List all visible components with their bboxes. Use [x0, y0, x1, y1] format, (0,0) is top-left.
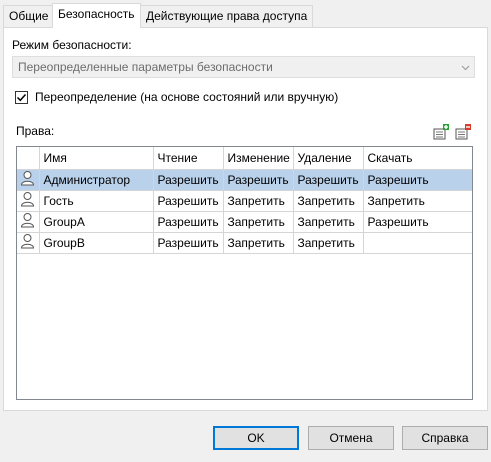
column-header-download[interactable]: Скачать: [363, 147, 472, 170]
help-button[interactable]: Справка: [402, 426, 488, 450]
security-mode-select[interactable]: Переопределенные параметры безопасности: [12, 56, 475, 78]
table-row[interactable]: GroupB Разрешить Запретить Запретить: [17, 232, 472, 254]
add-entry-icon[interactable]: [433, 123, 450, 140]
row-download[interactable]: Запретить: [363, 190, 472, 212]
row-read[interactable]: Разрешить: [153, 232, 224, 254]
user-icon: [17, 169, 40, 191]
row-change[interactable]: Запретить: [223, 211, 294, 233]
tab-general[interactable]: Общие: [3, 5, 55, 27]
ok-button[interactable]: OK: [213, 426, 299, 450]
column-header-delete[interactable]: Удаление: [293, 147, 364, 170]
override-label[interactable]: Переопределение (на основе состояний или…: [35, 90, 338, 104]
table-header-row: Имя Чтение Изменение Удаление Скачать: [17, 147, 472, 170]
row-delete[interactable]: Разрешить: [293, 169, 364, 191]
table-row[interactable]: Администратор Разрешить Разрешить Разреш…: [17, 169, 472, 191]
row-download[interactable]: Разрешить: [363, 169, 472, 191]
row-download[interactable]: Разрешить: [363, 211, 472, 233]
row-change[interactable]: Разрешить: [223, 169, 294, 191]
row-name: Администратор: [39, 169, 154, 191]
column-header-icon: [17, 147, 40, 170]
row-delete[interactable]: Запретить: [293, 190, 364, 212]
column-header-name[interactable]: Имя: [39, 147, 154, 170]
table-row[interactable]: GroupA Разрешить Запретить Запретить Раз…: [17, 211, 472, 233]
row-delete[interactable]: Запретить: [293, 211, 364, 233]
row-name: Гость: [39, 190, 154, 212]
table-row[interactable]: Гость Разрешить Запретить Запретить Запр…: [17, 190, 472, 212]
rights-table: Имя Чтение Изменение Удаление Скачать Ад…: [17, 147, 472, 254]
column-header-change[interactable]: Изменение: [223, 147, 294, 170]
override-checkbox[interactable]: [15, 91, 28, 104]
row-read[interactable]: Разрешить: [153, 211, 224, 233]
column-header-read[interactable]: Чтение: [153, 147, 224, 170]
rights-label: Права:: [16, 124, 55, 138]
row-change[interactable]: Запретить: [223, 232, 294, 254]
remove-entry-icon[interactable]: [455, 123, 472, 140]
rights-grid[interactable]: Имя Чтение Изменение Удаление Скачать Ад…: [16, 146, 473, 400]
row-name: GroupA: [39, 211, 154, 233]
security-mode-label: Режим безопасности:: [12, 38, 132, 52]
group-icon: [17, 232, 40, 254]
tab-security[interactable]: Безопасность: [52, 3, 141, 28]
tab-effective-permissions[interactable]: Действующие права доступа: [140, 5, 314, 27]
row-delete[interactable]: Запретить: [293, 232, 364, 254]
row-read[interactable]: Разрешить: [153, 169, 224, 191]
user-icon: [17, 190, 40, 212]
group-icon: [17, 211, 40, 233]
row-read[interactable]: Разрешить: [153, 190, 224, 212]
cancel-button[interactable]: Отмена: [308, 426, 394, 450]
chevron-down-icon: [461, 65, 470, 71]
row-name: GroupB: [39, 232, 154, 254]
row-download[interactable]: [363, 232, 472, 254]
checkmark-icon: [16, 93, 27, 102]
row-change[interactable]: Запретить: [223, 190, 294, 212]
security-mode-value: Переопределенные параметры безопасности: [18, 60, 273, 74]
